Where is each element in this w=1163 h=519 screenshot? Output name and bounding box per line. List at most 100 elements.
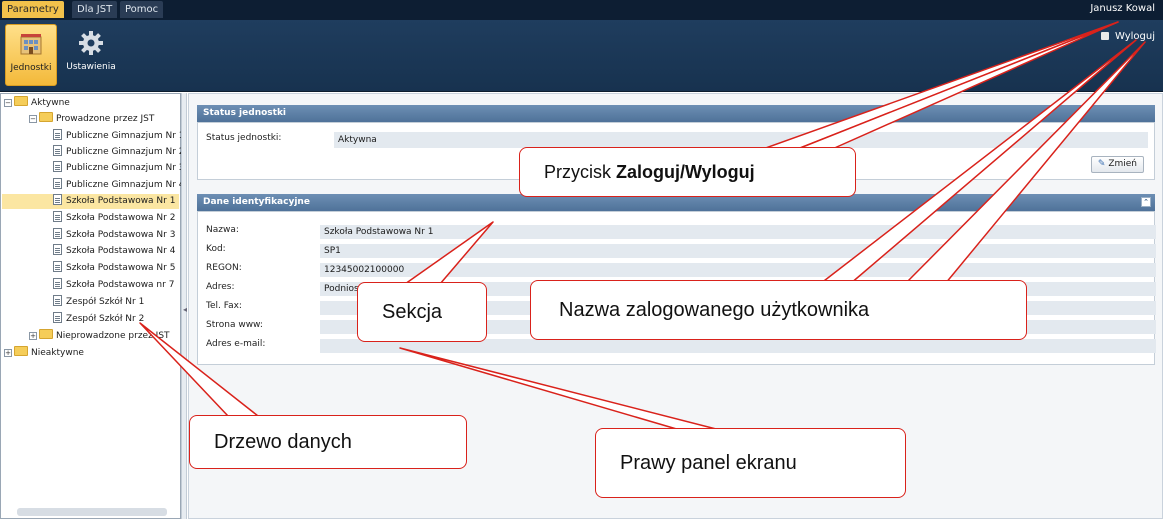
toolbar-ribbon: Jednostki Ustawienia Wyloguj	[0, 20, 1163, 92]
tree-leaf-pg1[interactable]: Publiczne Gimnazjum Nr 1	[53, 129, 185, 144]
callout-text: Przycisk	[544, 162, 616, 182]
tree-node-label: Nieprowadzone przez JST	[56, 331, 170, 341]
tree-leaf-label: Zespół Szkół Nr 1	[66, 297, 145, 307]
tree-leaf-label: Szkoła Podstawowa Nr 1	[66, 196, 176, 206]
folder-icon	[14, 346, 28, 356]
tab-dla-jst[interactable]: Dla JST	[72, 1, 118, 18]
lock-icon	[1101, 32, 1109, 40]
tree-leaf-pg4[interactable]: Publiczne Gimnazjum Nr 4	[53, 178, 185, 193]
document-icon	[53, 278, 62, 289]
tree-leaf-pg2[interactable]: Publiczne Gimnazjum Nr 2	[53, 145, 185, 160]
tab-parametry[interactable]: Parametry	[2, 1, 64, 18]
tree-leaf-sp2[interactable]: Szkoła Podstawowa Nr 2	[53, 211, 175, 226]
field-value: 12345002100000	[320, 263, 1156, 277]
tree-leaf-zs1[interactable]: Zespół Szkół Nr 1	[53, 295, 144, 310]
callout-text-bold: Zaloguj/Wyloguj	[616, 162, 755, 182]
field-label: Adres e-mail:	[206, 339, 266, 349]
field-label: REGON:	[206, 263, 242, 273]
document-icon	[53, 211, 62, 222]
document-icon	[53, 145, 62, 156]
expand-icon[interactable]: +	[29, 332, 37, 340]
change-button-label: Zmień	[1108, 159, 1137, 169]
tree-leaf-label: Publiczne Gimnazjum Nr 2	[66, 147, 185, 157]
tree-leaf-label: Publiczne Gimnazjum Nr 3	[66, 163, 185, 173]
panel-splitter[interactable]: ◂	[181, 93, 187, 519]
status-label: Status jednostki:	[206, 133, 282, 143]
tree-leaf-label: Publiczne Gimnazjum Nr 4	[66, 180, 185, 190]
tree-node-nieaktywne[interactable]: + Nieaktywne	[4, 346, 84, 361]
data-tree-panel: − Aktywne − Prowadzone przez JST Publiczne…	[0, 93, 185, 519]
tab-pomoc[interactable]: Pomoc	[120, 1, 164, 18]
ribbon-button-ustawienia[interactable]: Ustawienia	[65, 24, 117, 86]
tree-leaf-zs2[interactable]: Zespół Szkół Nr 2	[53, 312, 144, 327]
tree-leaf-pg3[interactable]: Publiczne Gimnazjum Nr 3	[53, 161, 185, 176]
logout-label: Wyloguj	[1115, 31, 1155, 42]
tree-leaf-label: Szkoła Podstawowa Nr 5	[66, 263, 176, 273]
document-icon	[53, 194, 62, 205]
document-icon	[53, 178, 62, 189]
callout-username: Nazwa zalogowanego użytkownika	[530, 280, 1027, 340]
document-icon	[53, 244, 62, 255]
field-label: Nazwa:	[206, 225, 239, 235]
tree-leaf-label: Szkoła Podstawowa nr 7	[66, 280, 175, 290]
status-value: Aktywna	[334, 132, 1148, 148]
tree-node-aktywne[interactable]: − Aktywne	[4, 96, 70, 111]
folder-open-icon	[14, 96, 28, 106]
tree-node-prowadzone[interactable]: − Prowadzone przez JST	[29, 112, 154, 127]
tree-node-nieprowadzone[interactable]: + Nieprowadzone przez JST	[29, 329, 170, 344]
collapse-section-icon[interactable]: ⌃	[1141, 197, 1151, 207]
collapse-icon[interactable]: −	[29, 115, 37, 123]
tree-node-label: Aktywne	[31, 98, 70, 108]
pencil-icon: ✎	[1097, 159, 1106, 169]
tree-leaf-label: Szkoła Podstawowa Nr 2	[66, 213, 176, 223]
callout-section: Sekcja	[357, 282, 487, 342]
folder-open-icon	[39, 112, 53, 122]
field-label: Adres:	[206, 282, 235, 292]
document-icon	[53, 312, 62, 323]
callout-text: Sekcja	[382, 301, 443, 323]
collapse-icon[interactable]: −	[4, 99, 12, 107]
document-icon	[53, 261, 62, 272]
field-value: Szkoła Podstawowa Nr 1	[320, 225, 1156, 239]
field-label: Kod:	[206, 244, 226, 254]
callout-text: Nazwa zalogowanego użytkownika	[559, 299, 870, 321]
change-status-button[interactable]: ✎ Zmień	[1090, 156, 1144, 173]
callout-text: Prawy panel ekranu	[620, 452, 797, 474]
ribbon-button-jednostki[interactable]: Jednostki	[5, 24, 57, 86]
section-header-status[interactable]: Status jednostki	[197, 105, 1155, 122]
tree-leaf-sp5[interactable]: Szkoła Podstawowa Nr 5	[53, 261, 175, 276]
tree-leaf-label: Szkoła Podstawowa Nr 4	[66, 246, 176, 256]
logout-button[interactable]: Wyloguj	[1101, 31, 1155, 42]
tree-leaf-label: Publiczne Gimnazjum Nr 1	[66, 131, 185, 141]
tree-leaf-sp4[interactable]: Szkoła Podstawowa Nr 4	[53, 244, 175, 259]
tree-leaf-sp1-selected[interactable]: Szkoła Podstawowa Nr 1	[2, 194, 179, 209]
field-value: SP1	[320, 244, 1156, 258]
tree-leaf-sp7[interactable]: Szkoła Podstawowa nr 7	[53, 278, 174, 293]
callout-login-button: Przycisk Zaloguj/Wyloguj	[519, 147, 856, 197]
ribbon-label-jednostki: Jednostki	[10, 63, 52, 73]
horizontal-scrollbar[interactable]	[17, 508, 167, 516]
expand-icon[interactable]: +	[4, 349, 12, 357]
chevron-left-icon[interactable]: ◂	[183, 305, 187, 314]
document-icon	[53, 295, 62, 306]
top-menu-bar: Parametry Dla JST Pomoc Janusz Kowal	[0, 0, 1163, 20]
tree-leaf-label: Szkoła Podstawowa Nr 3	[66, 230, 176, 240]
tree-node-label: Prowadzone przez JST	[56, 114, 155, 124]
logged-user-name: Janusz Kowal	[1090, 3, 1155, 14]
section-title: Dane identyfikacyjne	[203, 197, 310, 207]
gear-icon	[79, 31, 103, 55]
building-icon	[20, 34, 42, 55]
tree-leaf-label: Zespół Szkół Nr 2	[66, 314, 145, 324]
field-label: Tel. Fax:	[206, 301, 242, 311]
document-icon	[53, 129, 62, 140]
callout-tree: Drzewo danych	[189, 415, 467, 469]
field-label: Strona www:	[206, 320, 263, 330]
callout-right-panel: Prawy panel ekranu	[595, 428, 906, 498]
callout-text: Drzewo danych	[214, 431, 352, 453]
tree-node-label: Nieaktywne	[31, 348, 84, 358]
tree-leaf-sp3[interactable]: Szkoła Podstawowa Nr 3	[53, 228, 175, 243]
folder-icon	[39, 329, 53, 339]
ribbon-label-ustawienia: Ustawienia	[66, 62, 116, 72]
document-icon	[53, 228, 62, 239]
document-icon	[53, 161, 62, 172]
